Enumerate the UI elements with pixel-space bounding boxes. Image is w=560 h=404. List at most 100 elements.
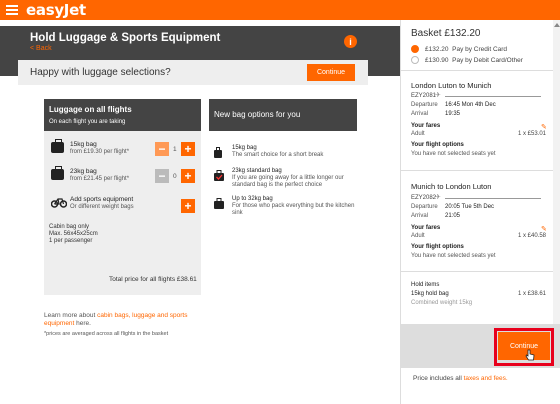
cabin-bag-size: Max. 56x45x25cm	[49, 231, 98, 237]
cabin-bag-limit: 1 per passenger	[49, 238, 93, 244]
basket-panel: Basket £132.20 £132.20 Pay by Credit Car…	[400, 20, 560, 404]
bag-name: 23kg bag	[70, 168, 97, 175]
new-bag-options-card: New bag options for you 15kg bag The sma…	[209, 99, 357, 216]
taxes-fees-link[interactable]: taxes and fees.	[464, 375, 508, 382]
flight-options-text: You have not selected seats yet	[411, 253, 496, 259]
credit-card-radio[interactable]	[411, 45, 419, 53]
edit-pencil-icon[interactable]: ✎	[541, 123, 547, 131]
hold-items-label: Hold items	[411, 282, 440, 288]
learn-prefix: Learn more about	[44, 312, 98, 319]
averaged-note: *prices are averaged across all flights …	[44, 331, 169, 337]
route-line	[445, 96, 541, 97]
bag-row-15kg: 15kg bag from £19.30 per flight* − 1 +	[49, 139, 199, 159]
happy-question: Happy with luggage selections?	[30, 67, 171, 78]
scroll-up-icon[interactable]	[554, 22, 560, 28]
divider	[401, 70, 553, 71]
bag-price: from £19.30 per flight*	[70, 149, 130, 155]
flight-number: EZY2081	[411, 93, 437, 99]
large-suitcase-icon	[214, 198, 224, 209]
brand-logo[interactable]: easyJet	[26, 1, 86, 19]
arrival-time: 21:05	[445, 213, 461, 219]
learn-suffix: here.	[74, 320, 91, 327]
credit-card-label: Pay by Credit Card	[452, 46, 508, 53]
bag-price: from £21.45 per flight*	[70, 176, 130, 182]
quantity-23kg: 0	[173, 173, 177, 180]
fare-type: Adult	[411, 233, 425, 239]
increase-23kg-button[interactable]: +	[181, 169, 195, 183]
confirm-selection-bar: Happy with luggage selections? Continue	[18, 60, 368, 85]
flight-options-label: Your flight options	[411, 244, 464, 250]
basket-title: Basket £132.20	[411, 28, 481, 39]
continue-button-top[interactable]: Continue	[307, 64, 355, 81]
arrival-time: 19:35	[445, 111, 461, 117]
edit-pencil-icon[interactable]: ✎	[541, 225, 547, 233]
departure-label: Departure	[411, 102, 438, 108]
route-line	[445, 198, 541, 199]
credit-card-amount: £132.20	[425, 46, 449, 53]
credit-card-option[interactable]: £132.20 Pay by Credit Card	[425, 46, 507, 53]
learn-more-text: Learn more about cabin bags, luggage and…	[44, 312, 204, 328]
option-name: Up to 32kg bag	[232, 196, 273, 202]
suitcase-icon	[51, 139, 64, 153]
option-name: 15kg bag	[232, 145, 257, 151]
luggage-card-header: Luggage on all flights On each flight yo…	[44, 99, 201, 131]
departure-time: 20:05 Tue 5th Dec	[445, 204, 495, 210]
fare-price: 1 x £40.58	[517, 233, 546, 239]
flight-options-label: Your flight options	[411, 142, 464, 148]
flight-route: Munich to London Luton	[411, 182, 492, 191]
new-bag-options-heading: New bag options for you	[214, 110, 301, 119]
arrival-label: Arrival	[411, 111, 429, 117]
basket-scroll-area[interactable]: Basket £132.20 £132.20 Pay by Credit Car…	[401, 20, 560, 328]
quantity-15kg: 1	[173, 146, 177, 153]
debit-card-radio[interactable]	[411, 56, 419, 64]
add-sports-button[interactable]: +	[181, 199, 195, 213]
divider	[401, 170, 553, 171]
fares-label: Your fares	[411, 123, 441, 129]
hold-item-price: 1 x £38.61	[517, 291, 546, 297]
departure-time: 16:45 Mon 4th Dec	[445, 102, 496, 108]
price-includes-text: Price includes all taxes and fees.	[413, 375, 508, 382]
departure-label: Departure	[411, 204, 438, 210]
luggage-heading: Luggage on all flights	[49, 105, 132, 114]
continue-button[interactable]: Continue	[498, 332, 550, 360]
option-desc: If you are going away for a little longe…	[232, 175, 344, 188]
debit-card-amount: £130.90	[425, 57, 449, 64]
plane-icon: ✈	[435, 92, 441, 99]
luggage-subheading: On each flight you are taking	[49, 119, 126, 125]
small-suitcase-icon	[214, 147, 222, 158]
flight-number: EZY2082	[411, 195, 437, 201]
flight-route: London Luton to Munich	[411, 81, 492, 90]
basket-footer: Continue Price includes all taxes and fe…	[401, 324, 560, 404]
info-icon[interactable]: i	[344, 35, 357, 48]
new-bag-options-header: New bag options for you	[209, 99, 357, 131]
total-price: Total price for all flights £38.61	[109, 276, 197, 283]
hand-cursor-icon	[525, 349, 535, 361]
basket-scrollbar[interactable]	[553, 20, 560, 328]
price-includes-prefix: Price includes all	[413, 375, 464, 382]
sports-sub: Or different weight bags	[70, 204, 134, 210]
bag-name: 15kg bag	[70, 141, 97, 148]
cabin-bag-title: Cabin bag only	[49, 224, 90, 230]
arrival-label: Arrival	[411, 213, 429, 219]
bag-row-23kg: 23kg bag from £21.45 per flight* − 0 +	[49, 166, 199, 186]
hold-item-name: 15kg hold bag	[411, 291, 449, 297]
divider	[401, 271, 553, 272]
increase-15kg-button[interactable]: +	[181, 142, 195, 156]
page-title: Hold Luggage & Sports Equipment	[30, 32, 221, 44]
suitcase-icon	[51, 166, 64, 180]
hamburger-menu-icon[interactable]	[6, 5, 18, 15]
option-name: 23kg standard bag	[232, 168, 282, 174]
decrease-15kg-button[interactable]: −	[155, 142, 169, 156]
decrease-23kg-button[interactable]: −	[155, 169, 169, 183]
debit-card-option[interactable]: £130.90 Pay by Debit Card/Other	[425, 57, 523, 64]
suitcase-check-icon	[214, 170, 224, 181]
sports-name: Add sports equipment	[70, 196, 134, 203]
back-link[interactable]: < Back	[30, 45, 52, 52]
flight-options-text: You have not selected seats yet	[411, 151, 496, 157]
main-content: Hold Luggage & Sports Equipment < Back i…	[0, 20, 400, 404]
bicycle-icon	[51, 198, 67, 208]
hold-item-weight: Combined weight 15kg	[411, 300, 473, 306]
sports-equipment-row[interactable]: Add sports equipment Or different weight…	[49, 194, 199, 214]
top-header: easyJet	[0, 0, 560, 20]
fare-type: Adult	[411, 131, 425, 137]
